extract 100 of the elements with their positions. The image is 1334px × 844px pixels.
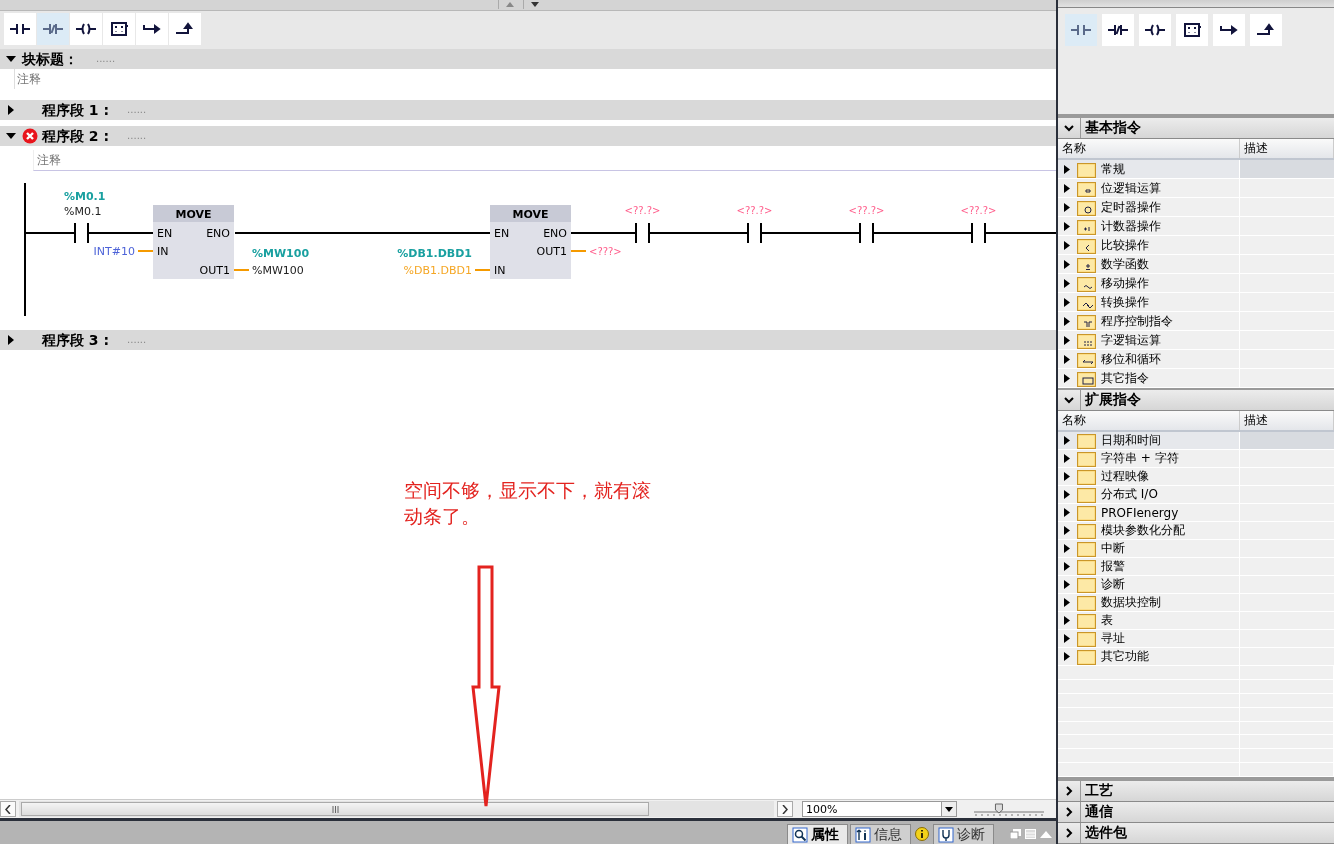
- instruction-folder-item[interactable]: 比较操作: [1058, 236, 1240, 254]
- instruction-folder-item[interactable]: 移位和循环: [1058, 350, 1240, 368]
- folder-icon: [1077, 432, 1097, 449]
- scroll-right-button[interactable]: [777, 801, 793, 817]
- panel-tab[interactable]: 信息: [850, 824, 911, 844]
- pin-label: ENO: [206, 227, 230, 240]
- item-label: 转换操作: [1101, 293, 1149, 311]
- instruction-folder-item[interactable]: 数据块控制: [1058, 594, 1240, 611]
- tag-symbol: %DB1.DBD1: [397, 247, 472, 260]
- folder-icon: [1077, 540, 1097, 557]
- caret-right-icon: [782, 804, 788, 814]
- move-box[interactable]: [153, 205, 234, 279]
- contact-icon[interactable]: [859, 222, 874, 244]
- column-header[interactable]: 描述: [1240, 411, 1334, 430]
- column-header[interactable]: 名称: [1058, 411, 1240, 430]
- folder-icon: [1077, 450, 1097, 467]
- instruction-folder-item[interactable]: 诊断: [1058, 576, 1240, 593]
- instruction-folder-item[interactable]: 移动操作: [1058, 274, 1240, 292]
- pin-label: ENO: [543, 227, 567, 240]
- folder-icon: [1077, 198, 1097, 216]
- instruction-folder-item[interactable]: 字符串 + 字符: [1058, 450, 1240, 467]
- toolbar-button[interactable]: [4, 13, 36, 45]
- contact-icon[interactable]: [971, 222, 986, 244]
- palette-section-header[interactable]: 工艺: [1058, 781, 1334, 802]
- instruction-folder-item[interactable]: 分布式 I/O: [1058, 486, 1240, 503]
- operand-text: %MW100: [252, 264, 304, 277]
- instruction-folder-item[interactable]: 日期和时间: [1058, 432, 1240, 449]
- item-label: 数据块控制: [1101, 594, 1161, 611]
- section-header[interactable]: 程序段 1 : ......: [0, 100, 1056, 120]
- section-header[interactable]: 块标题： ......: [0, 49, 1056, 69]
- instruction-folder-item[interactable]: 其它指令: [1058, 369, 1240, 387]
- column-header[interactable]: 名称: [1058, 139, 1240, 158]
- toolbar-button[interactable]: [1250, 14, 1282, 46]
- panel-tab[interactable]: 诊断: [933, 824, 994, 844]
- section-title: 程序段 3 :: [42, 331, 110, 350]
- stethoscope-icon: [938, 826, 954, 843]
- instruction-folder-item[interactable]: 计数器操作: [1058, 217, 1240, 235]
- instruction-folder-item[interactable]: 过程映像: [1058, 468, 1240, 485]
- scrollbar-thumb[interactable]: [21, 802, 649, 816]
- toolbar-button[interactable]: [70, 13, 102, 45]
- instruction-folder-item[interactable]: 定时器操作: [1058, 198, 1240, 216]
- folder-icon: [1077, 612, 1097, 629]
- instruction-folder-item[interactable]: 转换操作: [1058, 293, 1240, 311]
- instruction-folder-item[interactable]: 位逻辑运算: [1058, 179, 1240, 197]
- palette-section-header[interactable]: 扩展指令: [1058, 390, 1334, 411]
- pin-label: EN: [157, 227, 173, 240]
- instruction-folder-item[interactable]: 寻址: [1058, 630, 1240, 647]
- toolbar-button[interactable]: [1176, 14, 1208, 46]
- palette-section-header[interactable]: 通信: [1058, 802, 1334, 823]
- panel-header[interactable]: [1058, 0, 1334, 8]
- contact-icon[interactable]: [74, 222, 89, 244]
- section-header[interactable]: 程序段 3 : ......: [0, 330, 1056, 350]
- toolbar-button[interactable]: [1102, 14, 1134, 46]
- item-label: 字符串 + 字符: [1101, 450, 1179, 467]
- toolbar-button[interactable]: [103, 13, 135, 45]
- folder-icon: [1077, 331, 1097, 349]
- pin-line: [474, 269, 491, 271]
- folder-icon: [1077, 255, 1097, 273]
- instruction-folder-item[interactable]: 数学函数: [1058, 255, 1240, 273]
- slider-thumb[interactable]: [994, 803, 1003, 814]
- pin-line: [570, 250, 587, 252]
- magnifier-icon: [792, 826, 808, 843]
- instruction-folder-item[interactable]: 字逻辑运算: [1058, 331, 1240, 349]
- section-header[interactable]: 程序段 2 : ......: [0, 126, 1056, 146]
- contact-icon[interactable]: [635, 222, 650, 244]
- instruction-folder-item[interactable]: 模块参数化分配: [1058, 522, 1240, 539]
- toolbar-button[interactable]: [1139, 14, 1171, 46]
- section-title: 通信: [1085, 803, 1113, 821]
- item-label: 其它功能: [1101, 648, 1149, 665]
- palette-section-header[interactable]: 基本指令: [1058, 118, 1334, 139]
- move-box[interactable]: [490, 205, 571, 279]
- pin-label: OUT1: [199, 264, 230, 277]
- comment-field[interactable]: 注释: [33, 150, 1056, 171]
- box-title: MOVE: [175, 208, 212, 221]
- item-label: 日期和时间: [1101, 432, 1161, 449]
- instruction-folder-item[interactable]: 报警: [1058, 558, 1240, 575]
- panel-tab[interactable]: 属性: [787, 824, 848, 844]
- toolbar-button[interactable]: [1213, 14, 1245, 46]
- contact-icon[interactable]: [747, 222, 762, 244]
- folder-icon: [1077, 369, 1097, 387]
- toolbar-button[interactable]: [136, 13, 168, 45]
- folder-icon: [1077, 293, 1097, 311]
- instruction-folder-item[interactable]: 常规: [1058, 160, 1240, 178]
- item-label: 位逻辑运算: [1101, 179, 1161, 197]
- palette-section-header[interactable]: 选件包: [1058, 823, 1334, 844]
- operand-text: %DB1.DBD1: [403, 264, 472, 277]
- instruction-folder-item[interactable]: 其它功能: [1058, 648, 1240, 665]
- instruction-folder-item[interactable]: 中断: [1058, 540, 1240, 557]
- instruction-folder-item[interactable]: PROFIenergy: [1058, 504, 1240, 521]
- folder-icon: [1077, 576, 1097, 593]
- zoom-slider[interactable]: [974, 802, 1044, 816]
- pin-label: EN: [494, 227, 510, 240]
- instruction-folder-item[interactable]: 程序控制指令: [1058, 312, 1240, 330]
- column-header[interactable]: 描述: [1240, 139, 1334, 158]
- scroll-left-button[interactable]: [0, 801, 16, 817]
- item-label: 计数器操作: [1101, 217, 1161, 235]
- folder-icon: [1077, 522, 1097, 539]
- zoom-dropdown[interactable]: 100%: [802, 801, 957, 817]
- instruction-folder-item[interactable]: 表: [1058, 612, 1240, 629]
- toolbar-button[interactable]: [169, 13, 201, 45]
